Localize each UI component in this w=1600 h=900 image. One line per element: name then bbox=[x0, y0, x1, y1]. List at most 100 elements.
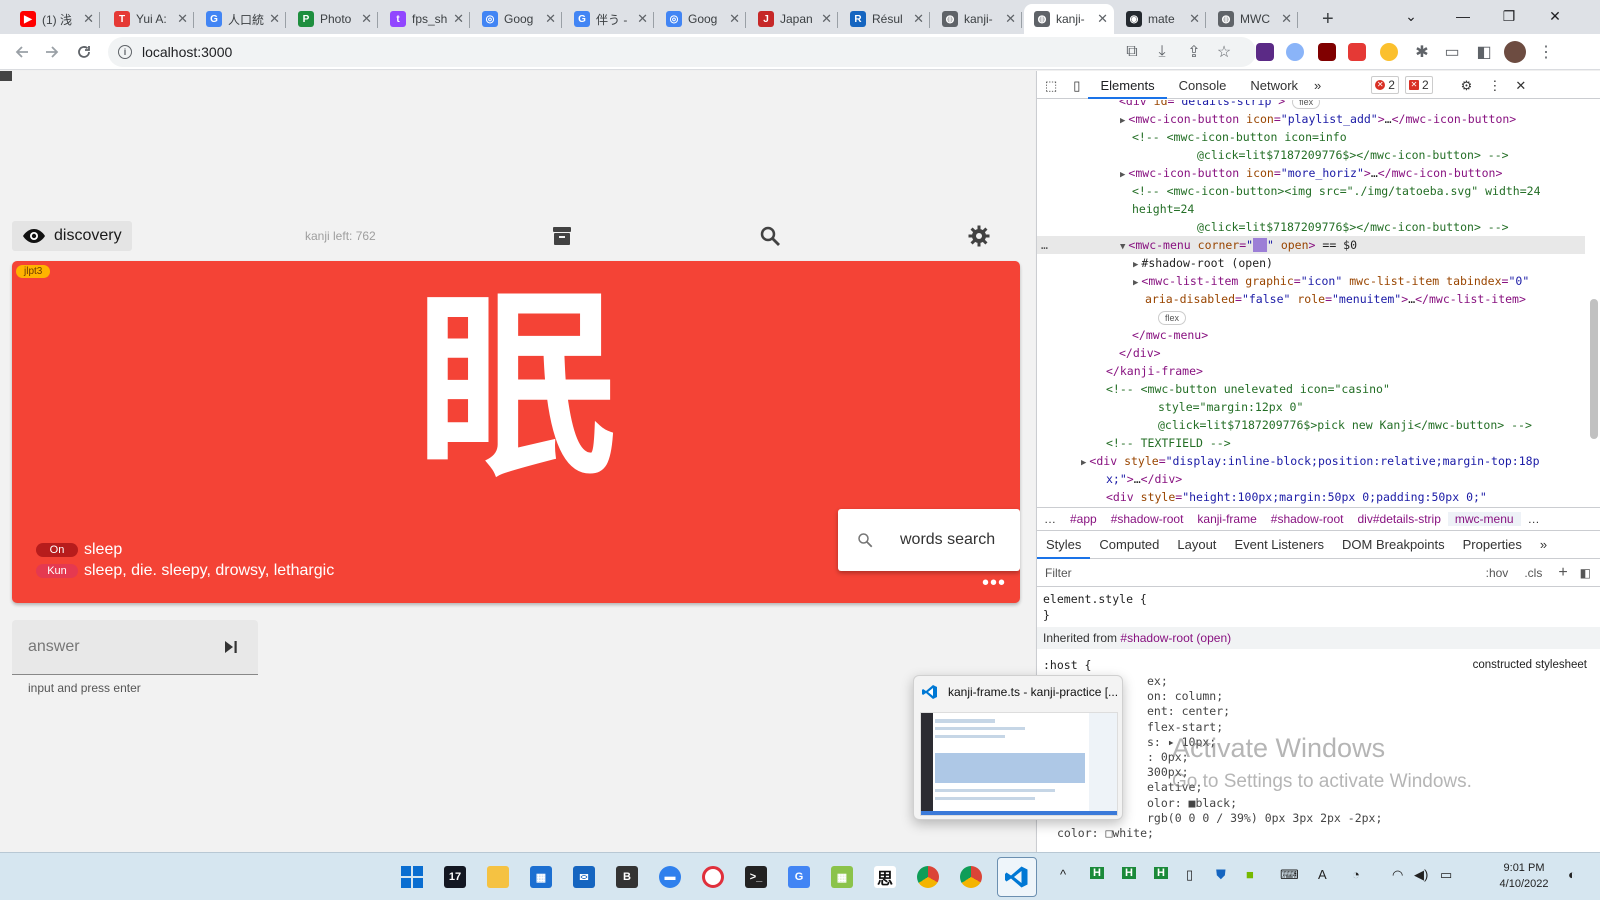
dom-tree-scrollbar[interactable] bbox=[1590, 299, 1598, 439]
dom-node[interactable]: <!-- TEXTFIELD --> bbox=[1037, 434, 1585, 452]
tab-network[interactable]: Network bbox=[1238, 71, 1310, 99]
styles-subtab[interactable]: Styles bbox=[1037, 531, 1091, 559]
translate-app[interactable]: G bbox=[782, 860, 816, 894]
bookmark-star-icon[interactable]: ☆ bbox=[1212, 40, 1236, 64]
tab-search-chevron-icon[interactable]: ⌄ bbox=[1388, 0, 1434, 32]
dom-node[interactable]: x;">…</div> bbox=[1037, 470, 1585, 488]
tab-close-icon[interactable]: ✕ bbox=[361, 11, 372, 27]
skip-next-icon[interactable] bbox=[224, 640, 238, 654]
archive-button[interactable] bbox=[550, 224, 574, 248]
dom-node[interactable]: <!-- <mwc-icon-button><img src="./img/ta… bbox=[1037, 182, 1585, 200]
dom-tree[interactable]: <div id="details-strip"> flex ▶ <mwc-icon-… bbox=[1037, 100, 1600, 507]
mode-button[interactable]: discovery bbox=[12, 221, 132, 251]
styles-subtab[interactable]: Properties bbox=[1454, 531, 1531, 559]
tab-close-icon[interactable]: ✕ bbox=[83, 11, 94, 27]
side-panel-icon[interactable]: ◧ bbox=[1472, 40, 1496, 64]
browser-tab[interactable]: J Japan ✕ bbox=[748, 4, 838, 34]
dom-node[interactable]: <div id="details-strip"> flex bbox=[1037, 100, 1585, 110]
tab-elements[interactable]: Elements bbox=[1088, 71, 1167, 99]
tray-app-h1[interactable]: H bbox=[1090, 867, 1104, 879]
open-in-app-icon[interactable]: ⧉ bbox=[1120, 40, 1144, 64]
styles-subtab[interactable]: » bbox=[1531, 531, 1556, 559]
green-grid-app[interactable]: ▦ bbox=[825, 860, 859, 894]
terminal-app[interactable]: >_ bbox=[739, 860, 773, 894]
battery-icon[interactable]: ▭ bbox=[1440, 867, 1452, 883]
tray-app-h3[interactable]: H bbox=[1154, 867, 1168, 879]
style-declaration[interactable]: ex; bbox=[1147, 673, 1168, 689]
minimize-button[interactable]: — bbox=[1440, 0, 1486, 32]
browser-tab[interactable]: ◎ Goog ✕ bbox=[472, 4, 562, 34]
defender-icon[interactable]: ⛊ bbox=[1216, 867, 1226, 883]
ublock-icon[interactable] bbox=[1318, 43, 1336, 61]
tab-close-icon[interactable]: ✕ bbox=[453, 11, 464, 27]
chrome-profile-app[interactable] bbox=[954, 860, 988, 894]
new-style-rule-icon[interactable]: + bbox=[1550, 564, 1575, 582]
profile-avatar[interactable] bbox=[1504, 41, 1526, 63]
settings-button[interactable] bbox=[967, 224, 991, 248]
vscode-app[interactable] bbox=[997, 857, 1037, 897]
tradingview-app[interactable]: 17 bbox=[438, 860, 472, 894]
file-explorer-app[interactable] bbox=[481, 860, 515, 894]
style-declaration[interactable]: on: column; bbox=[1147, 688, 1223, 704]
browser-tab[interactable]: t fps_sh ✕ bbox=[380, 4, 470, 34]
browser-tab[interactable]: G 伴う - ✕ bbox=[564, 4, 654, 34]
search-button[interactable] bbox=[758, 224, 782, 248]
tray-app-h2[interactable]: H bbox=[1122, 867, 1136, 879]
dom-node[interactable]: ▶ <mwc-list-item graphic="icon" mwc-list-… bbox=[1037, 272, 1585, 290]
styles-subtab[interactable]: Event Listeners bbox=[1225, 531, 1333, 559]
breadcrumb-item[interactable]: #shadow-root bbox=[1104, 512, 1191, 526]
breadcrumb-item[interactable]: #shadow-root bbox=[1264, 512, 1351, 526]
issue-count-badge[interactable]: ✕ 2 bbox=[1404, 75, 1433, 94]
back-arrow-icon[interactable] bbox=[10, 40, 34, 64]
taskbar-window-preview[interactable]: kanji-frame.ts - kanji-practice [... bbox=[913, 675, 1123, 820]
extension-icon-4[interactable] bbox=[1348, 43, 1366, 61]
styles-subtab[interactable]: Computed bbox=[1090, 531, 1168, 559]
tab-close-icon[interactable]: ✕ bbox=[637, 11, 648, 27]
devtools-close-icon[interactable]: ✕ bbox=[1507, 71, 1534, 99]
close-window-button[interactable]: ✕ bbox=[1532, 0, 1578, 32]
inherited-from[interactable]: #shadow-root (open) bbox=[1120, 631, 1231, 645]
extensions-puzzle-icon[interactable]: ✱ bbox=[1410, 40, 1434, 64]
devtools-settings-icon[interactable]: ⚙ bbox=[1451, 71, 1483, 99]
store-app[interactable]: ▦ bbox=[524, 860, 558, 894]
browser-tab[interactable]: G 人口統 ✕ bbox=[196, 4, 286, 34]
dom-node[interactable]: </kanji-frame> bbox=[1037, 362, 1585, 380]
dom-node-selected[interactable]: ▼ <mwc-menu corner="██" open> == $0… bbox=[1037, 236, 1585, 254]
host-selector[interactable]: :host { bbox=[1043, 657, 1091, 673]
cast-icon[interactable]: ▭ bbox=[1440, 40, 1464, 64]
bitwarden-app[interactable]: B bbox=[610, 860, 644, 894]
dom-node[interactable]: @click=lit$7187209776$></mwc-icon-button… bbox=[1037, 146, 1585, 164]
extension-icon-5[interactable] bbox=[1380, 43, 1398, 61]
dom-node[interactable]: ▶ <mwc-icon-button icon="more_horiz">…</m… bbox=[1037, 164, 1585, 182]
class-toggle[interactable]: .cls bbox=[1516, 566, 1550, 580]
browser-tab[interactable]: R Résul ✕ bbox=[840, 4, 930, 34]
tab-close-icon[interactable]: ✕ bbox=[1097, 11, 1108, 27]
dom-node[interactable]: @click=lit$7187209776$>pick new Kanji</m… bbox=[1037, 416, 1585, 434]
browser-tab[interactable]: ◎ Goog ✕ bbox=[656, 4, 746, 34]
tab-close-icon[interactable]: ✕ bbox=[729, 11, 740, 27]
dom-node[interactable]: @click=lit$7187209776$></mwc-icon-button… bbox=[1037, 218, 1585, 236]
dom-node[interactable]: ▶ <div style="display:inline-block;positi… bbox=[1037, 452, 1585, 470]
new-tab-button[interactable]: + bbox=[1312, 4, 1342, 34]
tab-close-icon[interactable]: ✕ bbox=[177, 11, 188, 27]
maximize-button[interactable]: ❐ bbox=[1486, 0, 1532, 32]
dom-node[interactable]: </div> bbox=[1037, 344, 1585, 362]
tab-close-icon[interactable]: ✕ bbox=[545, 11, 556, 27]
browser-tab[interactable]: ◍ kanji- ✕ bbox=[932, 4, 1022, 34]
tab-close-icon[interactable]: ✕ bbox=[821, 11, 832, 27]
tab-close-icon[interactable]: ✕ bbox=[1281, 11, 1292, 27]
ime-icon[interactable]: A bbox=[1318, 867, 1327, 882]
constructed-stylesheet-link[interactable]: constructed stylesheet bbox=[1473, 657, 1587, 673]
tray-overflow-icon[interactable]: ^ bbox=[1060, 867, 1066, 882]
inspect-icon[interactable]: ⬚ bbox=[1037, 71, 1065, 99]
dom-node[interactable]: ▶ <mwc-icon-button icon="playlist_add">…<… bbox=[1037, 110, 1585, 128]
clock-app-icon[interactable]: ◔ bbox=[1352, 867, 1360, 882]
dom-node[interactable]: <div style="height:100px;margin:50px 0;p… bbox=[1037, 488, 1585, 506]
browser-tab[interactable]: ◍ MWC ✕ bbox=[1208, 4, 1298, 34]
breadcrumb-item[interactable]: kanji-frame bbox=[1190, 512, 1263, 526]
node-actions-icon[interactable]: … bbox=[1041, 236, 1048, 254]
nvidia-icon[interactable]: ■ bbox=[1246, 867, 1254, 882]
extension-icon-1[interactable] bbox=[1256, 43, 1274, 61]
chrome-menu-icon[interactable]: ⋮ bbox=[1534, 40, 1558, 64]
dom-node[interactable]: <!-- <mwc-button unelevated icon="casino… bbox=[1037, 380, 1585, 398]
